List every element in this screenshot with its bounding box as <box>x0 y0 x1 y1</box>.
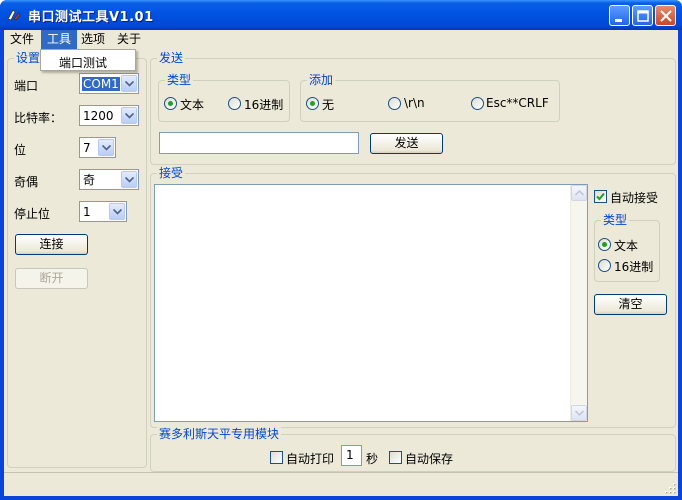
auto-receive-label: 自动接受 <box>610 191 659 205</box>
app-icon <box>7 9 21 21</box>
connect-button[interactable]: 连接 <box>15 234 88 255</box>
bits-value: 7 <box>83 141 91 155</box>
receive-hex-radio[interactable] <box>598 259 611 272</box>
append-rn-radio[interactable] <box>388 97 401 110</box>
receive-text-radio[interactable] <box>598 238 611 251</box>
append-group-label: 添加 <box>307 73 336 87</box>
send-text-label: 文本 <box>180 98 205 112</box>
minimize-icon <box>615 19 622 22</box>
auto-save-label: 自动保存 <box>405 452 454 466</box>
close-button[interactable] <box>655 5 676 26</box>
receive-text-label: 文本 <box>614 239 639 253</box>
bits-label: 位 <box>14 143 27 157</box>
module-group-label: 赛多利斯天平专用模块 <box>157 427 282 441</box>
append-crlf-radio[interactable] <box>471 97 484 110</box>
send-button[interactable]: 发送 <box>370 133 443 154</box>
send-hex-radio[interactable] <box>228 97 241 110</box>
chevron-down-icon <box>575 410 584 416</box>
append-rn-label: \r\n <box>404 96 425 110</box>
settings-group-label: 设置 <box>14 51 43 65</box>
auto-save-checkbox[interactable] <box>389 451 402 464</box>
auto-print-label: 自动打印 <box>286 452 335 466</box>
chevron-down-icon[interactable] <box>98 139 114 156</box>
interval-value: 1 <box>346 448 354 462</box>
receive-type-label: 类型 <box>601 213 630 227</box>
app-window: 串口测试工具V1.01 文件 工具 选项 关于 端口测试 设置 端口 COM1 <box>0 0 682 500</box>
menu-bar: 文件 工具 选项 关于 <box>4 30 678 49</box>
menu-about[interactable]: 关于 <box>111 30 147 49</box>
send-group-label: 发送 <box>157 51 186 65</box>
auto-print-checkbox[interactable] <box>270 451 283 464</box>
chevron-down-icon[interactable] <box>121 75 137 92</box>
baud-select[interactable]: 1200 <box>79 105 139 126</box>
minimize-button[interactable] <box>609 5 630 26</box>
chevron-up-icon <box>575 190 584 196</box>
scroll-down-button[interactable] <box>571 405 587 421</box>
seconds-label: 秒 <box>366 452 379 466</box>
tools-dropdown: 端口测试 <box>40 49 136 71</box>
menu-port-test[interactable]: 端口测试 <box>59 54 107 71</box>
maximize-icon <box>637 10 649 22</box>
port-value: COM1 <box>82 77 120 91</box>
client-area: 文件 工具 选项 关于 端口测试 设置 端口 COM1 比特率： 1200 位 … <box>4 30 678 496</box>
window-title: 串口测试工具V1.01 <box>28 10 154 25</box>
menu-file[interactable]: 文件 <box>4 30 40 49</box>
receive-group-label: 接受 <box>157 166 186 180</box>
receive-scrollbar[interactable] <box>570 185 587 421</box>
receive-hex-label: 16进制 <box>614 260 654 274</box>
send-text-radio[interactable] <box>164 97 177 110</box>
interval-input[interactable]: 1 <box>341 445 362 466</box>
menu-options[interactable]: 选项 <box>75 30 111 49</box>
append-crlf-label: Esc**CRLF <box>486 96 549 110</box>
bits-select[interactable]: 7 <box>79 137 116 158</box>
clear-button[interactable]: 清空 <box>594 294 667 315</box>
chevron-down-icon[interactable] <box>109 203 125 220</box>
port-select[interactable]: COM1 <box>79 73 139 94</box>
resize-grip-icon[interactable] <box>664 482 676 494</box>
title-bar[interactable]: 串口测试工具V1.01 <box>0 0 682 30</box>
chevron-down-icon[interactable] <box>121 107 137 124</box>
maximize-button[interactable] <box>632 5 653 26</box>
send-type-label: 类型 <box>165 73 194 87</box>
append-none-label: 无 <box>322 98 335 112</box>
disconnect-button[interactable]: 断开 <box>15 268 88 289</box>
stop-bits-label: 停止位 <box>14 207 51 221</box>
baud-label: 比特率： <box>14 111 63 125</box>
receive-textarea[interactable] <box>154 184 588 422</box>
check-icon <box>596 192 605 201</box>
append-none-radio[interactable] <box>306 97 319 110</box>
send-input[interactable] <box>159 132 359 154</box>
auto-receive-checkbox[interactable] <box>594 190 607 203</box>
stop-bits-value: 1 <box>83 205 91 219</box>
baud-value: 1200 <box>83 109 114 123</box>
send-hex-label: 16进制 <box>244 98 284 112</box>
scroll-up-button[interactable] <box>571 185 587 201</box>
close-icon <box>660 10 672 22</box>
parity-label: 奇偶 <box>14 175 39 189</box>
chevron-down-icon[interactable] <box>121 171 137 188</box>
status-bar <box>4 472 678 496</box>
menu-tools[interactable]: 工具 <box>41 30 78 49</box>
parity-select[interactable]: 奇 <box>79 169 139 190</box>
port-label: 端口 <box>14 79 39 93</box>
parity-value: 奇 <box>83 173 96 187</box>
stop-bits-select[interactable]: 1 <box>79 201 127 222</box>
